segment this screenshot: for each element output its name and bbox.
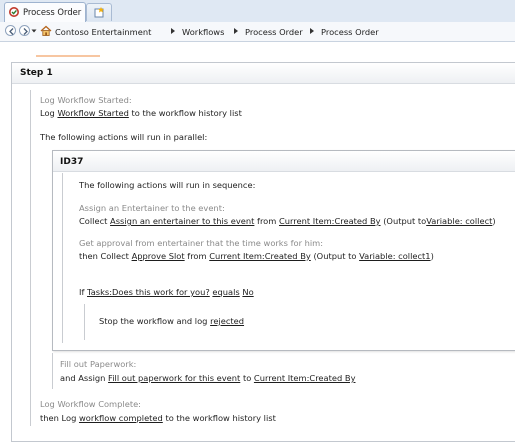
link-workflow-started[interactable]: Workflow Started xyxy=(57,108,128,118)
link-created-by[interactable]: Current Item:Created By xyxy=(279,216,381,226)
selection-accent xyxy=(36,55,100,57)
breadcrumb-workflow[interactable]: Process Order xyxy=(245,27,303,37)
breadcrumb-separator-icon xyxy=(171,28,175,34)
action-stop-workflow[interactable]: Stop the workflow and log rejected xyxy=(99,316,244,326)
link-variable-collect1[interactable]: Variable: collect1 xyxy=(359,251,430,261)
forward-button[interactable] xyxy=(19,25,30,36)
parallel-block-label[interactable]: The following actions will run in parall… xyxy=(40,132,207,142)
link-rejected[interactable]: rejected xyxy=(210,316,244,326)
comment-log-complete: Log Workflow Complete: xyxy=(40,399,141,409)
comment-fill-paperwork: Fill out Paperwork: xyxy=(60,359,137,369)
back-arrow-icon xyxy=(9,28,14,35)
action-log-started[interactable]: Log Workflow Started to the workflow his… xyxy=(40,108,242,118)
link-condition-field[interactable]: Tasks:Does this work for you? xyxy=(87,287,210,297)
link-condition-value[interactable]: No xyxy=(242,287,253,297)
parallel-block-header xyxy=(53,151,515,172)
dropdown-arrow-icon[interactable] xyxy=(31,28,37,34)
link-created-by[interactable]: Current Item:Created By xyxy=(254,373,356,383)
breadcrumb-separator-icon xyxy=(310,28,314,34)
step-header xyxy=(12,63,515,84)
link-approve-slot[interactable]: Approve Slot xyxy=(132,251,185,261)
link-variable-collect[interactable]: Variable: collect xyxy=(426,216,492,226)
forward-arrow-icon xyxy=(23,28,28,35)
back-button[interactable] xyxy=(5,25,16,36)
action-collect-approval[interactable]: then Collect Approve Slot from Current I… xyxy=(79,251,434,261)
new-tab-button[interactable] xyxy=(86,3,112,21)
tab-label: Process Order xyxy=(23,7,82,17)
workflow-icon xyxy=(9,7,19,17)
breadcrumb-site[interactable]: Contoso Entertainment xyxy=(55,27,151,37)
breadcrumb-workflows[interactable]: Workflows xyxy=(182,27,224,37)
sequence-indent-line xyxy=(62,173,63,343)
condition-if[interactable]: If Tasks:Does this work for you? equals … xyxy=(79,287,254,297)
action-collect-entertainer[interactable]: Collect Assign an entertainer to this ev… xyxy=(79,216,496,226)
step-title[interactable]: Step 1 xyxy=(20,68,53,78)
parallel-block-title[interactable]: ID37 xyxy=(60,157,83,167)
comment-get-approval: Get approval from entertainer that the t… xyxy=(79,238,324,248)
tab-process-order[interactable]: Process Order xyxy=(4,2,86,22)
breadcrumb-separator-icon xyxy=(234,28,238,34)
link-fill-paperwork[interactable]: Fill out paperwork for this event xyxy=(108,373,240,383)
action-log-complete[interactable]: then Log workflow completed to the workf… xyxy=(40,413,276,423)
step-indent-line xyxy=(30,90,31,426)
action-assign-paperwork[interactable]: and Assign Fill out paperwork for this e… xyxy=(60,373,355,383)
comment-log-started: Log Workflow Started: xyxy=(40,95,132,105)
new-tab-icon xyxy=(94,7,104,18)
link-assign-entertainer[interactable]: Assign an entertainer to this event xyxy=(110,216,254,226)
link-condition-operator[interactable]: equals xyxy=(212,287,239,297)
paperwork-indent-line xyxy=(52,353,53,389)
condition-indent-line xyxy=(84,304,85,340)
breadcrumb-current-page[interactable]: Process Order xyxy=(321,27,379,37)
sequence-label[interactable]: The following actions will run in sequen… xyxy=(79,180,255,190)
link-created-by[interactable]: Current Item:Created By xyxy=(209,251,311,261)
link-workflow-completed[interactable]: workflow completed xyxy=(79,413,163,423)
home-icon[interactable] xyxy=(40,25,52,37)
comment-assign-entertainer: Assign an Entertainer to the event: xyxy=(79,203,225,213)
